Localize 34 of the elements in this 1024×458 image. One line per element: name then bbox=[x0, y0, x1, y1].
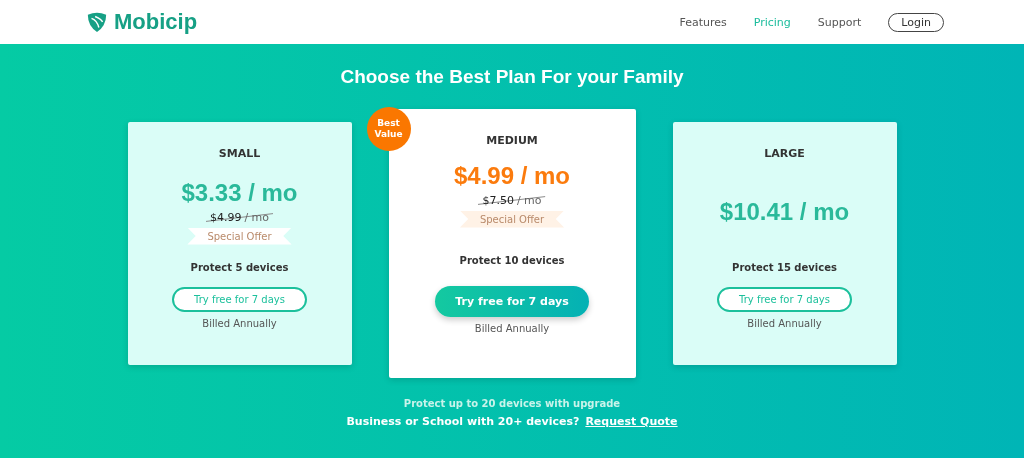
billing-note: Billed Annually bbox=[474, 322, 550, 334]
old-price: $4.99 bbox=[209, 210, 242, 224]
plan-name: LARGE bbox=[764, 146, 805, 160]
old-price-unit: / mo bbox=[244, 210, 270, 224]
old-price: $7.50 bbox=[482, 193, 514, 207]
special-offer-ribbon: Special Offer bbox=[187, 227, 292, 245]
best-value-badge: Best Value bbox=[366, 106, 411, 151]
plan-price: $10.41 / mo bbox=[719, 197, 850, 226]
free-trial-button[interactable]: Try free for 7 days bbox=[435, 285, 589, 317]
upgrade-note: Protect up to 20 devices with upgrade bbox=[403, 398, 621, 409]
nav-link[interactable]: Support bbox=[817, 15, 862, 29]
device-count: Protect 15 devices bbox=[732, 261, 837, 273]
plan-price: $3.33 / mo bbox=[181, 178, 298, 207]
page-title: Choose the Best Plan For your Family bbox=[340, 66, 684, 88]
plan-name: SMALL bbox=[218, 146, 261, 160]
device-count: Protect 10 devices bbox=[459, 254, 565, 266]
free-trial-button[interactable]: Try free for 7 days bbox=[717, 286, 852, 312]
strikethrough-line bbox=[205, 210, 274, 224]
nav-link[interactable]: Features bbox=[679, 15, 727, 29]
billing-note: Billed Annually bbox=[202, 317, 277, 329]
plan-name: MEDIUM bbox=[486, 133, 538, 147]
brand-name[interactable]: Mobicip bbox=[114, 9, 198, 35]
strikethrough-line bbox=[478, 193, 546, 207]
business-question: Business or School with 20+ devices? bbox=[346, 415, 580, 428]
request-quote-link[interactable]: Request Quote bbox=[585, 415, 678, 428]
free-trial-button[interactable]: Try free for 7 days bbox=[172, 286, 307, 312]
billing-note: Billed Annually bbox=[747, 317, 822, 329]
device-count: Protect 5 devices bbox=[190, 261, 289, 273]
plan-price: $4.99 / mo bbox=[453, 161, 571, 190]
shield-logo-icon bbox=[86, 11, 108, 33]
special-offer-ribbon: Special Offer bbox=[459, 210, 565, 228]
old-price-unit: / mo bbox=[516, 193, 542, 207]
nav-link[interactable]: Pricing bbox=[753, 15, 791, 29]
login-button[interactable]: Login bbox=[888, 12, 944, 32]
